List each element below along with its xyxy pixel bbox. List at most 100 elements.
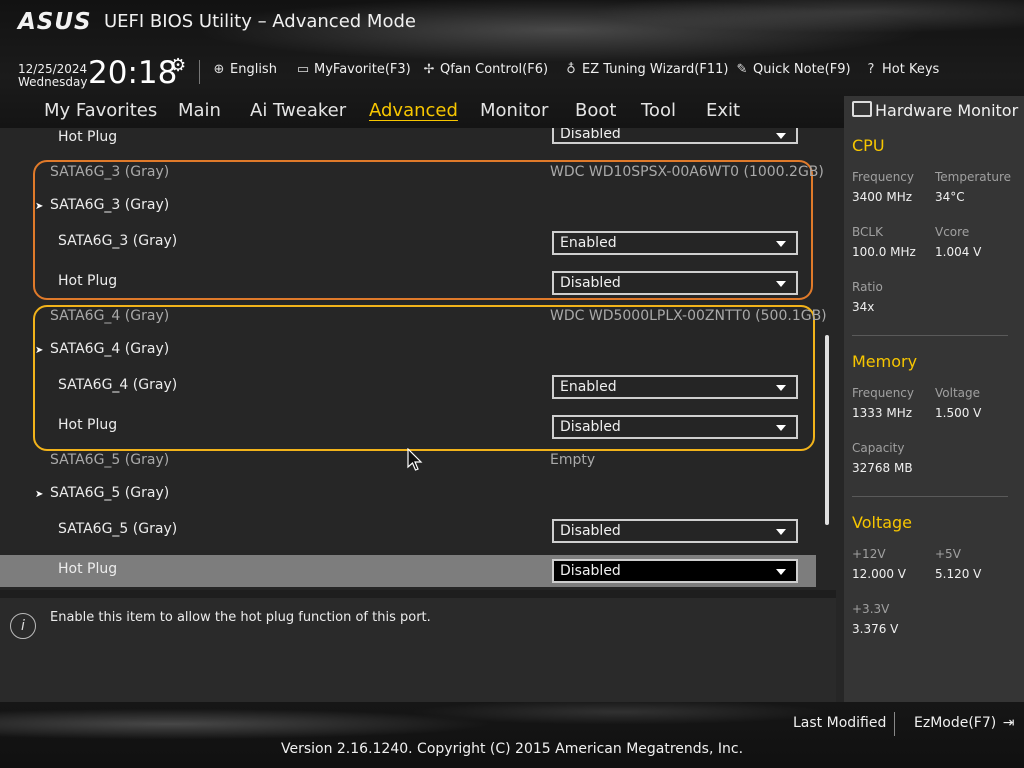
last-modified-button[interactable]: Last Modified xyxy=(793,715,886,731)
v12-label: +12V xyxy=(852,547,886,561)
mouse-cursor-icon xyxy=(407,448,423,471)
help-divider xyxy=(0,590,836,598)
sata6g-4-device: WDC WD5000LPLX-00ZNTT0 (500.1GB) xyxy=(550,308,827,324)
submenu-arrow-icon: ➤ xyxy=(35,201,44,212)
memory-frequency-value: 1333 MHz xyxy=(852,406,913,420)
globe-icon: ⊕ xyxy=(213,62,225,77)
cpu-temperature-value: 34°C xyxy=(935,190,965,204)
quick-note-button[interactable]: ✎ Quick Note(F9) xyxy=(733,62,851,77)
info-icon: i xyxy=(10,613,36,639)
memory-frequency-label: Frequency xyxy=(852,386,914,400)
section-divider xyxy=(852,335,1008,336)
chevron-down-icon xyxy=(776,385,786,391)
header-divider xyxy=(199,60,200,84)
sata6g-4-port-dropdown[interactable]: Enabled xyxy=(552,375,798,399)
cpu-temperature-label: Temperature xyxy=(935,170,1012,184)
tab-main[interactable]: Main xyxy=(178,100,221,121)
sata6g-4-hot-plug-dropdown[interactable]: Disabled xyxy=(552,415,798,439)
tab-my-favorites[interactable]: My Favorites xyxy=(44,100,157,121)
vcore-label: Vcore xyxy=(935,225,970,239)
sata6g-4-submenu[interactable]: SATA6G_4 (Gray) xyxy=(50,341,169,357)
qfan-control-button[interactable]: ✢ Qfan Control(F6) xyxy=(420,62,548,77)
sata6g-5-port-dropdown[interactable]: Disabled xyxy=(552,519,798,543)
tab-exit[interactable]: Exit xyxy=(706,100,740,121)
tab-tool[interactable]: Tool xyxy=(641,100,676,121)
chevron-down-icon xyxy=(776,281,786,287)
help-text: Enable this item to allow the hot plug f… xyxy=(50,610,431,625)
tab-boot[interactable]: Boot xyxy=(575,100,616,121)
chevron-down-icon xyxy=(776,529,786,535)
chevron-down-icon xyxy=(776,569,786,575)
sata6g-4-header: SATA6G_4 (Gray) xyxy=(50,308,170,324)
vcore-value: 1.004 V xyxy=(935,245,982,259)
chevron-down-icon xyxy=(776,425,786,431)
v12-value: 12.000 V xyxy=(852,567,907,581)
bclk-value: 100.0 MHz xyxy=(852,245,916,259)
lightbulb-icon: ♁ xyxy=(566,62,576,77)
question-key-icon: ? xyxy=(867,62,875,77)
favorite-folder-icon: ▭ xyxy=(296,62,310,77)
monitor-icon xyxy=(852,101,872,117)
sata6g-3-submenu[interactable]: SATA6G_3 (Gray) xyxy=(50,197,169,213)
sata6g-5-submenu[interactable]: SATA6G_5 (Gray) xyxy=(50,485,169,501)
hardware-monitor-title: Hardware Monitor xyxy=(852,101,1018,120)
app-title: UEFI BIOS Utility – Advanced Mode xyxy=(104,11,416,32)
sata6g-3-port-label: SATA6G_3 (Gray) xyxy=(58,233,178,249)
chevron-down-icon xyxy=(776,241,786,247)
date-display: 12/25/2024 Wednesday xyxy=(18,63,87,89)
bclk-label: BCLK xyxy=(852,225,883,239)
sata6g-3-hot-plug-dropdown[interactable]: Disabled xyxy=(552,271,798,295)
fan-icon: ✢ xyxy=(423,62,435,77)
hot-plug-label: Hot Plug xyxy=(58,129,118,145)
tab-advanced[interactable]: Advanced xyxy=(369,100,458,121)
footer-divider xyxy=(894,712,895,736)
submenu-arrow-icon: ➤ xyxy=(35,345,44,356)
sata6g-3-hot-plug-label: Hot Plug xyxy=(58,273,118,289)
clock-time: 20:18 xyxy=(88,55,178,91)
memory-voltage-value: 1.500 V xyxy=(935,406,982,420)
cpu-frequency-value: 3400 MHz xyxy=(852,190,913,204)
submenu-arrow-icon: ➤ xyxy=(35,489,44,500)
memory-voltage-label: Voltage xyxy=(935,386,981,400)
copyright-text: Version 2.16.1240. Copyright (C) 2015 Am… xyxy=(280,741,744,757)
cpu-heading: CPU xyxy=(852,136,885,155)
voltage-heading: Voltage xyxy=(852,513,913,532)
v33-value: 3.376 V xyxy=(852,622,899,636)
sata6g-3-header: SATA6G_3 (Gray) xyxy=(50,164,170,180)
memory-heading: Memory xyxy=(852,352,918,371)
settings-panel: Hot Plug Disabled SATA6G_3 (Gray) WDC WD… xyxy=(0,128,836,590)
v5-label: +5V xyxy=(935,547,961,561)
hot-keys-button[interactable]: ? Hot Keys xyxy=(862,62,940,77)
sata6g-3-device: WDC WD10SPSX-00A6WT0 (1000.2GB) xyxy=(550,164,824,180)
v33-label: +3.3V xyxy=(852,602,890,616)
sata6g-5-device: Empty xyxy=(550,452,596,468)
scrollbar[interactable] xyxy=(825,335,829,525)
asus-logo: ASUS xyxy=(18,9,92,35)
memory-capacity-label: Capacity xyxy=(852,441,905,455)
sata6g-5-hot-plug-label: Hot Plug xyxy=(58,561,118,577)
v5-value: 5.120 V xyxy=(935,567,982,581)
sata6g-5-header: SATA6G_5 (Gray) xyxy=(50,452,170,468)
sata6g-5-port-label: SATA6G_5 (Gray) xyxy=(58,521,178,537)
weekday-text: Wednesday xyxy=(18,75,88,89)
note-icon: ✎ xyxy=(736,62,748,77)
ratio-label: Ratio xyxy=(852,280,883,294)
footer-bar: Last Modified EzMode(F7) ⇥ Version 2.16.… xyxy=(0,702,1024,768)
ratio-value: 34x xyxy=(852,300,875,314)
exit-arrow-icon: ⇥ xyxy=(1002,715,1015,731)
ezmode-button[interactable]: EzMode(F7) ⇥ xyxy=(914,715,1014,731)
cpu-frequency-label: Frequency xyxy=(852,170,914,184)
myfavorite-button[interactable]: ▭ MyFavorite(F3) xyxy=(294,62,411,77)
gear-icon[interactable]: ⚙ xyxy=(170,55,186,76)
sata6g-3-port-dropdown[interactable]: Enabled xyxy=(552,231,798,255)
sata6g-5-hot-plug-dropdown[interactable]: Disabled xyxy=(552,559,798,583)
section-divider xyxy=(852,496,1008,497)
ez-tuning-wizard-button[interactable]: ♁ EZ Tuning Wizard(F11) xyxy=(562,62,728,77)
tab-ai-tweaker[interactable]: Ai Tweaker xyxy=(250,100,346,121)
help-panel: i Enable this item to allow the hot plug… xyxy=(0,598,836,702)
hot-plug-dropdown[interactable]: Disabled xyxy=(552,128,798,144)
language-button[interactable]: ⊕ English xyxy=(210,62,277,77)
hardware-monitor-panel: Hardware Monitor CPU Frequency Temperatu… xyxy=(844,96,1024,702)
chevron-down-icon xyxy=(776,133,786,139)
tab-monitor[interactable]: Monitor xyxy=(480,100,548,121)
